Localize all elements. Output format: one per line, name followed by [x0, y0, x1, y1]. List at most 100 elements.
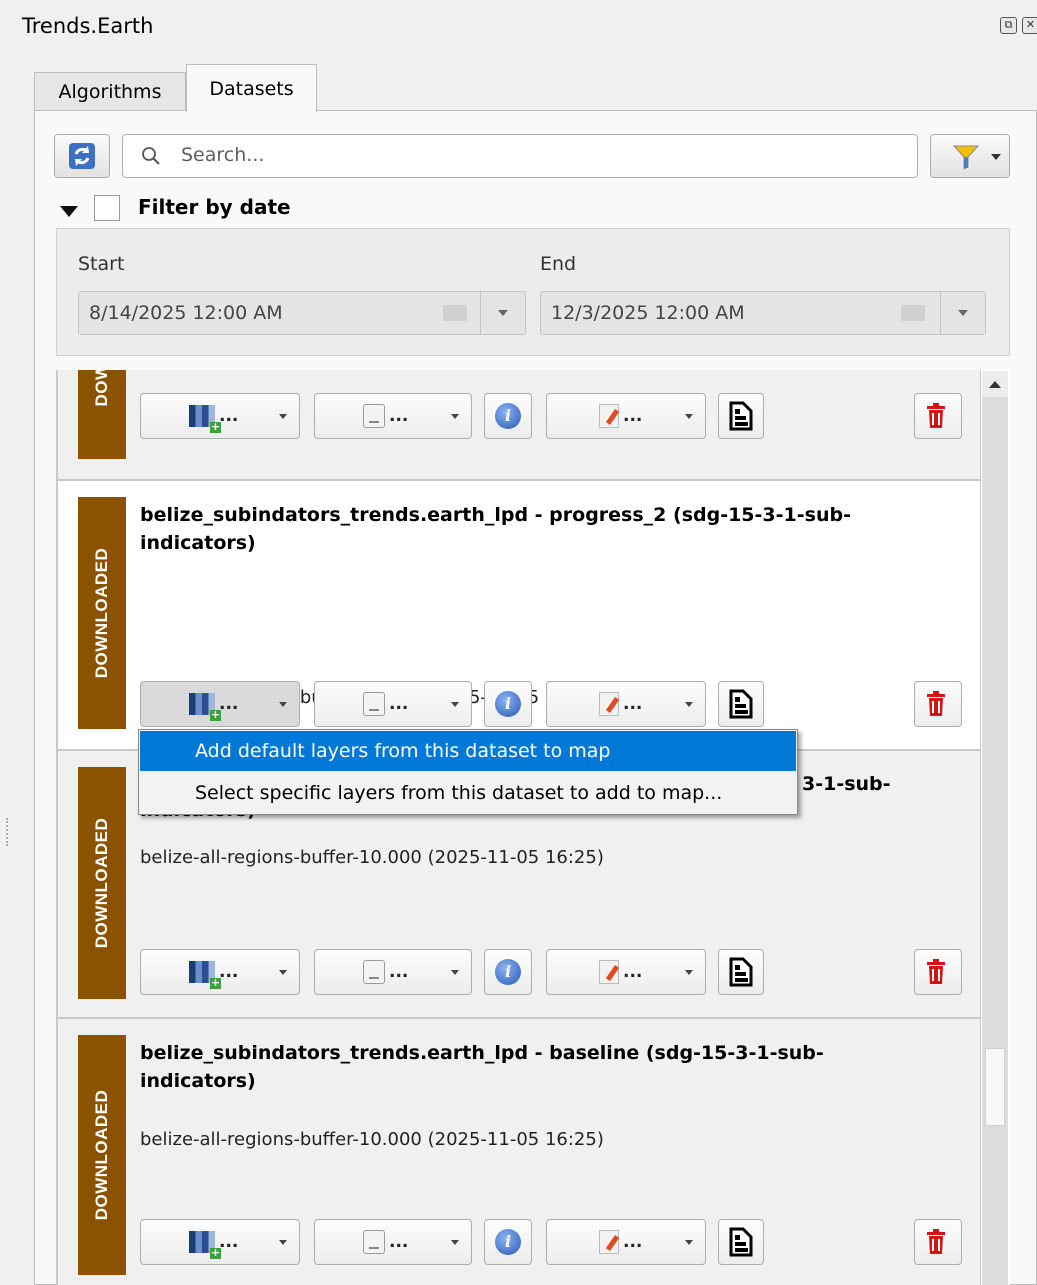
edit-button[interactable]: ... [546, 681, 706, 727]
close-icon[interactable]: ✕ [1022, 17, 1037, 34]
load-vector-button[interactable] [718, 1219, 764, 1265]
scrollbar-thumb[interactable] [985, 1048, 1005, 1126]
window-title: Trends.Earth [22, 14, 154, 38]
tab-datasets[interactable]: Datasets [186, 64, 317, 112]
filter-by-date-checkbox[interactable] [94, 195, 120, 221]
add-to-map-button[interactable]: ... [140, 1219, 300, 1265]
report-icon [363, 1230, 385, 1254]
report-button[interactable]: ... [314, 1219, 472, 1265]
edit-button[interactable]: ... [546, 393, 706, 439]
chevron-down-icon [685, 1240, 693, 1245]
delete-button[interactable] [914, 1219, 962, 1265]
refresh-button[interactable] [54, 134, 110, 178]
search-box[interactable] [122, 134, 918, 178]
edit-label: ... [623, 406, 643, 426]
dataset-subtitle: belize-all-regions-buffer-10.000 (2025-1… [140, 847, 604, 868]
info-button[interactable]: i [484, 393, 532, 439]
edit-icon [599, 1230, 619, 1254]
chevron-down-icon [451, 970, 459, 975]
document-icon [729, 1227, 753, 1257]
filter-button[interactable] [930, 134, 1010, 178]
clear-icon[interactable] [443, 305, 467, 321]
chevron-down-icon [685, 414, 693, 419]
load-vector-button[interactable] [718, 949, 764, 995]
add-to-map-label: ... [219, 694, 239, 714]
menu-item-select-specific-layers[interactable]: Select specific layers from this dataset… [140, 773, 796, 813]
start-date-value: 8/14/2025 12:00 AM [89, 302, 283, 324]
trash-icon [927, 403, 945, 428]
dataset-actions: ... ... i ... [58, 393, 982, 441]
chevron-down-icon [279, 702, 287, 707]
add-layer-icon [189, 693, 221, 721]
info-button[interactable]: i [484, 949, 532, 995]
edit-icon [599, 960, 619, 984]
report-icon [363, 692, 385, 716]
report-label: ... [389, 694, 409, 714]
clear-icon[interactable] [901, 305, 925, 321]
splitter-handle[interactable] [6, 818, 10, 846]
dataset-actions: ... ... i ... [58, 1219, 982, 1267]
report-label: ... [389, 962, 409, 982]
report-button[interactable]: ... [314, 681, 472, 727]
collapse-arrow-icon[interactable] [60, 206, 78, 217]
tab-algorithms[interactable]: Algorithms [34, 72, 186, 110]
search-icon [142, 147, 160, 165]
info-icon: i [495, 1229, 521, 1255]
add-to-map-button[interactable]: ... [140, 393, 300, 439]
float-icon[interactable]: ⧉ [1000, 17, 1017, 34]
add-layer-icon [189, 405, 221, 433]
add-to-map-button[interactable]: ... [140, 681, 300, 727]
dataset-title: belize_subindators_trends.earth_lpd - pr… [140, 504, 851, 554]
chevron-down-icon [451, 414, 459, 419]
dataset-actions: ... ... i ... [58, 681, 982, 729]
report-button[interactable]: ... [314, 393, 472, 439]
end-date-dropdown[interactable] [940, 292, 985, 334]
chevron-down-icon [279, 1240, 287, 1245]
trash-icon [927, 959, 945, 984]
load-vector-button[interactable] [718, 393, 764, 439]
end-label: End [540, 253, 577, 275]
add-to-map-label: ... [219, 962, 239, 982]
edit-label: ... [623, 962, 643, 982]
start-date-field[interactable]: 8/14/2025 12:00 AM [78, 291, 526, 335]
end-date-value: 12/3/2025 12:00 AM [551, 302, 745, 324]
report-button[interactable]: ... [314, 949, 472, 995]
edit-button[interactable]: ... [546, 1219, 706, 1265]
info-button[interactable]: i [484, 1219, 532, 1265]
chevron-down-icon [279, 970, 287, 975]
chevron-down-icon [685, 702, 693, 707]
report-label: ... [389, 406, 409, 426]
start-date-dropdown[interactable] [480, 292, 525, 334]
document-icon [729, 401, 753, 431]
delete-button[interactable] [914, 393, 962, 439]
dataset-actions: ... ... i ... [58, 949, 982, 997]
status-label: DOWNLOADED [92, 1089, 111, 1221]
funnel-filter-icon [953, 145, 979, 170]
end-date-field[interactable]: 12/3/2025 12:00 AM [540, 291, 986, 335]
search-input[interactable] [179, 143, 883, 167]
report-icon [363, 404, 385, 428]
edit-button[interactable]: ... [546, 949, 706, 995]
chevron-down-icon [451, 702, 459, 707]
chevron-down-icon [685, 970, 693, 975]
edit-icon [599, 404, 619, 428]
document-icon [729, 689, 753, 719]
dataset-card: DOWNLOADED belize_subindators_trends.ear… [57, 480, 981, 750]
menu-item-add-default-layers[interactable]: Add default layers from this dataset to … [140, 731, 796, 771]
filter-by-date-label: Filter by date [138, 195, 291, 219]
chevron-up-icon [989, 380, 1001, 388]
delete-button[interactable] [914, 681, 962, 727]
edit-label: ... [623, 1232, 643, 1252]
load-vector-button[interactable] [718, 681, 764, 727]
edit-icon [599, 692, 619, 716]
scroll-up-button[interactable] [982, 371, 1008, 397]
dataset-card: DOW ... ... i ... [57, 370, 981, 480]
chevron-down-icon [991, 154, 1001, 160]
info-button[interactable]: i [484, 681, 532, 727]
chevron-down-icon [958, 310, 968, 316]
document-icon [729, 957, 753, 987]
delete-button[interactable] [914, 949, 962, 995]
add-to-map-button[interactable]: ... [140, 949, 300, 995]
scrollbar[interactable] [982, 371, 1008, 1285]
dataset-list[interactable]: DOW ... ... i ... [56, 370, 1010, 1285]
